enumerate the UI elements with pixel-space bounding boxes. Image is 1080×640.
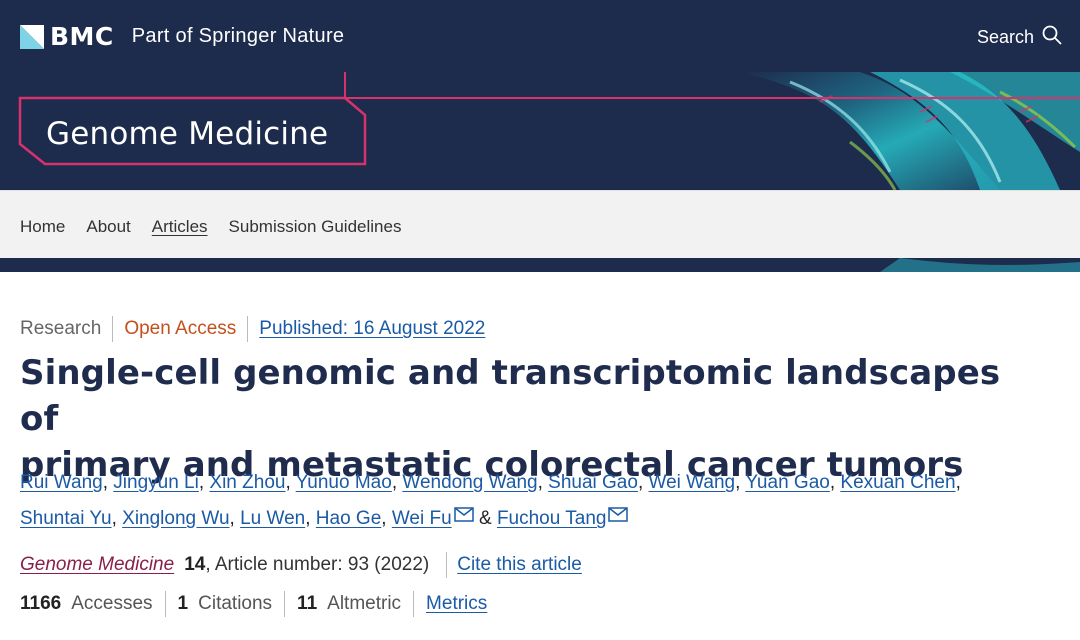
search-icon <box>1042 25 1062 50</box>
article-metrics: 1166 Accesses 1 Citations 11 Altmetric M… <box>20 591 487 617</box>
banner-stripe <box>0 258 1080 272</box>
nav-item-articles[interactable]: Articles <box>152 217 208 237</box>
author-list: Rui Wang, Jingyun Li, Xin Zhou, Yunuo Ma… <box>20 466 980 536</box>
bmc-logo-mark-icon <box>20 24 44 49</box>
volume-number: 14 <box>184 554 206 575</box>
author-link[interactable]: Xinglong Wu <box>122 508 229 529</box>
nav-item-submission-guidelines[interactable]: Submission Guidelines <box>229 217 402 237</box>
email-icon[interactable] <box>608 500 629 534</box>
divider <box>112 316 114 342</box>
journal-title[interactable]: Genome Medicine <box>46 116 328 152</box>
author-link[interactable]: Kexuan Chen <box>840 472 955 493</box>
divider <box>247 316 249 342</box>
journal-name-link[interactable]: Genome Medicine <box>20 554 174 576</box>
author-link[interactable]: Rui Wang <box>20 472 103 493</box>
article-type: Research <box>20 318 102 339</box>
accesses-label: Accesses <box>71 593 153 614</box>
cite-this-article-link[interactable]: Cite this article <box>457 554 582 576</box>
author-link[interactable]: Shuntai Yu <box>20 508 112 529</box>
author-link[interactable]: Fuchou Tang <box>497 508 607 529</box>
article-title-line-1: Single-cell genomic and transcriptomic l… <box>20 353 1001 439</box>
altmetric-label: Altmetric <box>327 593 402 614</box>
author-link[interactable]: Shuai Gao <box>548 472 638 493</box>
altmetric-score: 11 <box>297 593 318 614</box>
author-link[interactable]: Lu Wen <box>240 508 305 529</box>
metrics-link[interactable]: Metrics <box>426 593 487 615</box>
author-link[interactable]: Wei Wang <box>649 472 736 493</box>
divider <box>446 552 448 578</box>
divider <box>413 591 415 617</box>
citation-line: Genome Medicine 14 , Article number: 93 … <box>20 552 582 578</box>
published-date-link[interactable]: Published: 16 August 2022 <box>259 318 485 340</box>
divider <box>164 591 166 617</box>
nav-item-about[interactable]: About <box>86 217 130 237</box>
top-bar: BMC Part of Springer Nature Search <box>0 0 1080 72</box>
email-icon[interactable] <box>453 500 474 534</box>
author-link[interactable]: Hao Ge <box>316 508 381 529</box>
citations-count: 1 <box>177 593 189 614</box>
search-button[interactable]: Search <box>977 25 1062 50</box>
search-label: Search <box>976 27 1034 47</box>
journal-nav: Home About Articles Submission Guideline… <box>0 190 1080 258</box>
author-link[interactable]: Xin Zhou <box>209 472 285 493</box>
dna-helix-artwork <box>700 72 1080 190</box>
nav-item-home[interactable]: Home <box>20 217 65 237</box>
author-link[interactable]: Jingyun Li <box>113 472 199 493</box>
brand-name: BMC <box>50 22 114 51</box>
citations-label: Citations <box>198 593 273 614</box>
brand-tagline: Part of Springer Nature <box>131 25 345 47</box>
accesses-count: 1166 <box>20 593 62 614</box>
author-ampersand: & <box>478 508 492 529</box>
author-link[interactable]: Yunuo Mao <box>296 472 392 493</box>
journal-banner: Genome Medicine <box>0 72 1080 190</box>
open-access-badge: Open Access <box>124 318 237 339</box>
divider <box>284 591 286 617</box>
author-link[interactable]: Wei Fu <box>392 508 452 529</box>
author-link[interactable]: Wendong Wang <box>402 472 537 493</box>
article-meta: Research Open Access Published: 16 Augus… <box>20 316 485 342</box>
article-number: , Article number: 93 (2022) <box>205 554 430 575</box>
author-link[interactable]: Yuan Gao <box>745 472 830 493</box>
bmc-logo[interactable]: BMC Part of Springer Nature <box>20 22 344 51</box>
